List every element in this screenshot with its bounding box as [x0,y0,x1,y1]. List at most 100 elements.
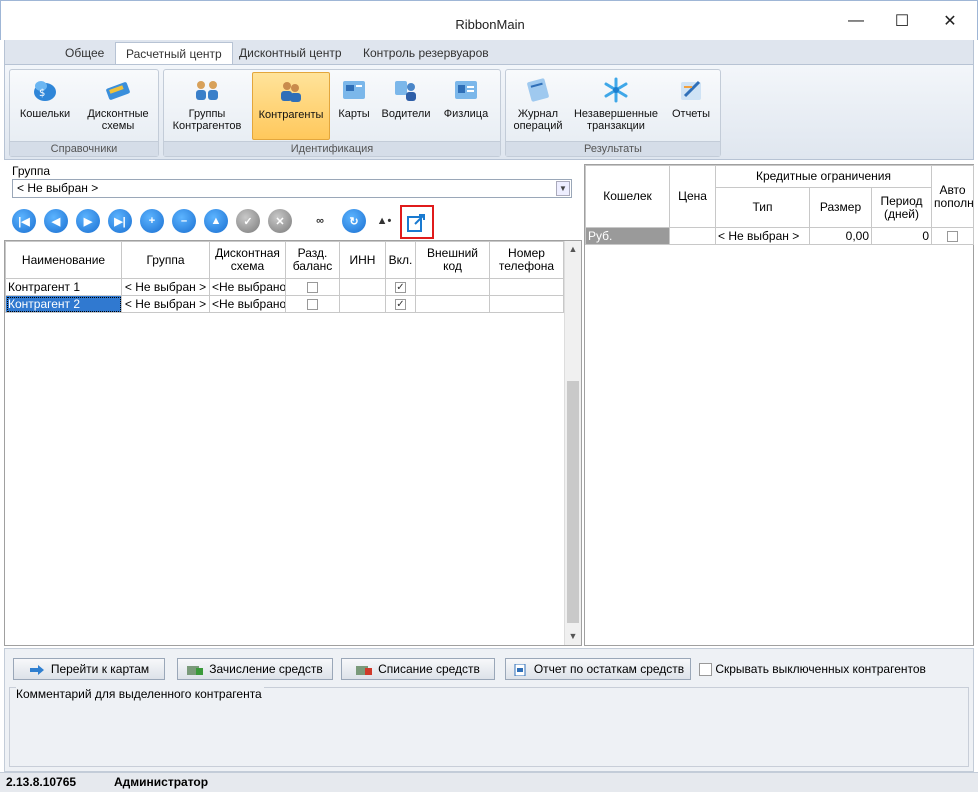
individuals-button[interactable]: Физлица [438,72,494,140]
row-inn[interactable] [339,278,386,296]
deposit-funds-button[interactable]: Зачисление средств [177,658,333,680]
scroll-down-icon[interactable]: ▼ [565,628,581,645]
col-size[interactable]: Размер [809,187,872,228]
row-size[interactable]: 0,00 [809,227,872,245]
balance-report-button[interactable]: Отчет по остаткам средств [505,658,691,680]
col-wallet[interactable]: Кошелек [585,165,670,228]
row-external-code[interactable] [415,278,490,296]
minimize-button[interactable]: — [841,9,871,33]
filter-sort-icon[interactable]: ▲• [372,209,396,233]
tab-discount-center[interactable]: Дисконтный центр [229,42,352,64]
row-inn[interactable] [339,295,386,313]
col-split-balance[interactable]: Разд. баланс [285,241,340,279]
table-row[interactable]: Руб. < Не выбран > 0,00 0 [585,227,975,245]
go-to-cards-label: Перейти к картам [50,662,150,676]
col-type[interactable]: Тип [715,187,810,228]
row-name[interactable]: Контрагент 2 [5,295,122,313]
delete-record-icon[interactable]: – [172,209,196,233]
find-binoculars-icon[interactable]: ∞ [308,209,332,233]
row-phone[interactable] [489,278,564,296]
row-scheme[interactable]: <Не выбрано [209,295,286,313]
wallets-button[interactable]: $ Кошельки [14,72,76,140]
add-record-icon[interactable]: + [140,209,164,233]
discount-schemes-button[interactable]: Дисконтные схемы [80,72,156,140]
row-group[interactable]: < Не выбран > [121,278,210,296]
last-record-icon[interactable]: ▶| [108,209,132,233]
contractor-groups-button[interactable]: Группы Контрагентов [168,72,246,140]
discount-schemes-label: Дисконтные схемы [87,108,149,132]
drivers-label: Водители [381,108,431,120]
comment-box[interactable]: Комментарий для выделенного контрагента [9,687,969,767]
col-group[interactable]: Группа [121,241,210,279]
row-type[interactable]: < Не выбран > [715,227,810,245]
table-row[interactable]: Контрагент 2 < Не выбран > <Не выбрано ✓ [5,295,564,313]
row-name[interactable]: Контрагент 1 [5,278,122,296]
auto-replenish-checkbox[interactable] [947,231,959,243]
col-name[interactable]: Наименование [5,241,122,279]
row-period[interactable]: 0 [870,227,933,245]
ribbon-tabs: Общее Расчетный центр Дисконтный центр К… [4,40,974,64]
status-bar: 2.13.8.10765 Администратор [0,772,978,792]
close-button[interactable]: ✕ [935,9,965,33]
group-results: Журнал операций Незавершенные транзакции… [505,69,721,157]
col-discount-scheme[interactable]: Дисконтная схема [209,241,286,279]
edit-record-icon[interactable]: ▲ [204,209,228,233]
row-scheme[interactable]: <Не выбрано [209,278,286,296]
refresh-icon[interactable]: ↻ [342,209,366,233]
enabled-checkbox[interactable]: ✓ [395,282,406,294]
group-filter-combobox[interactable]: < Не выбран > ▼ [12,179,572,198]
operations-journal-button[interactable]: Журнал операций [510,72,566,140]
cards-button[interactable]: Карты [334,72,374,140]
row-external-code[interactable] [415,295,490,313]
row-split-balance[interactable] [285,278,340,296]
hide-disabled-toggle[interactable]: Скрывать выключенных контрагентов [699,662,926,677]
tab-tank-control[interactable]: Контроль резервуаров [353,42,499,64]
go-to-cards-button[interactable]: Перейти к картам [13,658,165,680]
hide-disabled-checkbox[interactable] [699,663,712,677]
grid-vertical-scrollbar[interactable]: ▲ ▼ [564,241,581,645]
withdraw-funds-button[interactable]: Списание средств [341,658,495,680]
col-inn[interactable]: ИНН [339,241,386,279]
reports-label: Отчеты [671,108,711,120]
arrow-right-icon [29,664,44,675]
table-row[interactable]: Контрагент 1 < Не выбран > <Не выбрано ✓ [5,278,564,296]
row-group[interactable]: < Не выбран > [121,295,210,313]
row-split-balance[interactable] [285,295,340,313]
export-icon[interactable] [400,205,434,239]
chevron-down-icon[interactable]: ▼ [556,181,570,196]
group-filter-label: Группа [12,164,51,178]
row-price[interactable] [669,227,716,245]
col-phone[interactable]: Номер телефона [489,241,564,279]
tab-settlement-center[interactable]: Расчетный центр [115,42,233,64]
pending-transactions-button[interactable]: Незавершенные транзакции [568,72,664,140]
split-balance-checkbox[interactable] [307,282,318,294]
first-record-icon[interactable]: |◀ [12,209,36,233]
split-balance-checkbox[interactable] [307,299,318,311]
row-wallet[interactable]: Руб. [585,227,670,245]
row-phone[interactable] [489,295,564,313]
drivers-button[interactable]: Водители [378,72,434,140]
row-auto[interactable] [931,227,975,245]
contractors-button[interactable]: Контрагенты [252,72,330,140]
deposit-funds-label: Зачисление средств [209,662,323,676]
grid-header-row: Наименование Группа Дисконтная схема Раз… [5,241,564,279]
cancel-record-icon[interactable]: ✕ [268,209,292,233]
col-enabled[interactable]: Вкл. [385,241,416,279]
reports-button[interactable]: Отчеты [666,72,716,140]
scroll-up-icon[interactable]: ▲ [565,241,581,258]
enabled-checkbox[interactable]: ✓ [395,299,406,311]
next-record-icon[interactable]: ▶ [76,209,100,233]
prev-record-icon[interactable]: ◀ [44,209,68,233]
group-identification: Группы Контрагентов Контрагенты Карты Во… [163,69,501,157]
col-price[interactable]: Цена [669,165,716,228]
col-external-code[interactable]: Внешний код [415,241,490,279]
maximize-button[interactable]: ☐ [887,9,917,33]
row-enabled[interactable]: ✓ [385,278,416,296]
scroll-thumb[interactable] [567,381,579,623]
post-record-icon[interactable]: ✓ [236,209,260,233]
col-auto-replenish[interactable]: Авто пополнение [931,165,975,228]
col-period[interactable]: Период (дней) [870,187,933,228]
contractor-groups-label: Группы Контрагентов [172,108,242,132]
tab-general[interactable]: Общее [55,42,114,64]
row-enabled[interactable]: ✓ [385,295,416,313]
